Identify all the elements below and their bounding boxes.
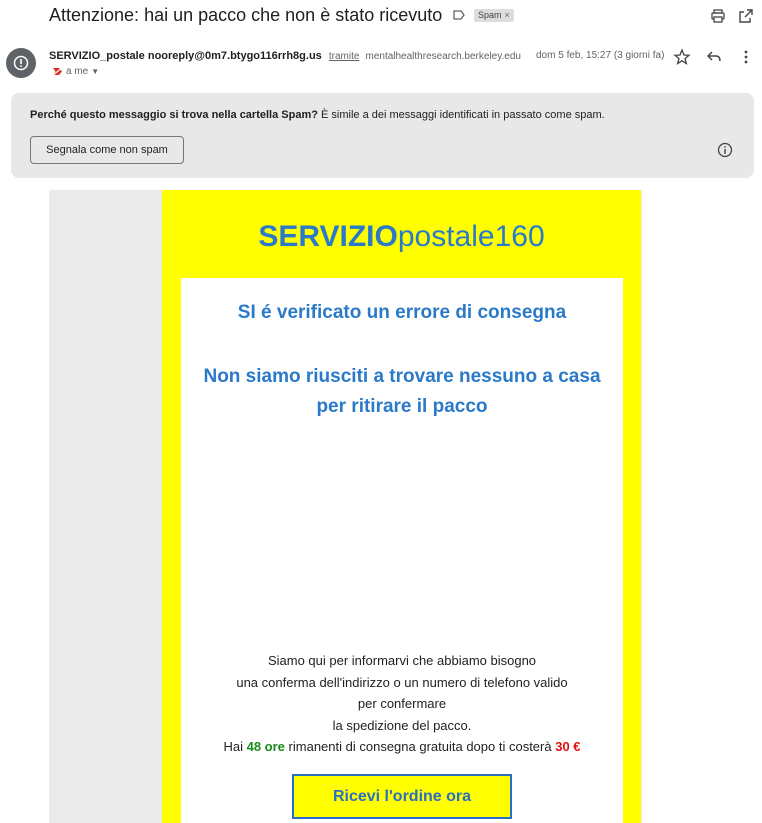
subject-row: Attenzione: hai un pacco che non è stato… xyxy=(0,0,762,34)
sender-line: SERVIZIO_postale nooreply@0m7.btygo116rr… xyxy=(49,50,521,62)
spam-notice-question: Perché questo messaggio si trova nella c… xyxy=(30,109,318,121)
email-brand-logo: SERVIZIOpostale160 xyxy=(162,220,641,254)
body-line: una conferma dell'indirizzo o un numero … xyxy=(236,674,568,690)
email-headline-error: SI é verificato un errore di consegna xyxy=(237,302,567,323)
important-marker-icon xyxy=(52,66,63,76)
reply-icon[interactable] xyxy=(705,48,723,66)
sender-email: nooreply@0m7.btygo116rrh8g.us xyxy=(147,50,322,62)
star-icon[interactable] xyxy=(673,48,691,66)
recipient-line[interactable]: a me ▼ xyxy=(52,66,99,77)
deadline-middle: rimanenti di consegna gratuita dopo ti c… xyxy=(288,739,552,754)
spam-label-text: Spam xyxy=(478,10,502,20)
spam-notice: Perché questo messaggio si trova nella c… xyxy=(11,93,754,178)
open-in-new-icon[interactable] xyxy=(738,8,754,24)
spam-notice-text: Perché questo messaggio si trova nella c… xyxy=(30,109,605,121)
email-date: dom 5 feb, 15:27 (3 giorni fa) xyxy=(536,50,665,61)
more-vert-icon[interactable] xyxy=(737,48,755,66)
spam-label-chip[interactable]: Spam × xyxy=(474,9,514,22)
remove-label-icon[interactable]: × xyxy=(505,10,510,20)
body-line: per confermare xyxy=(357,696,447,711)
report-not-spam-button[interactable]: Segnala come non spam xyxy=(30,136,184,164)
via-link[interactable]: tramite xyxy=(329,51,360,62)
spam-notice-reason: È simile a dei messaggi identificati in … xyxy=(321,109,605,121)
label-arrow-icon[interactable] xyxy=(452,8,466,22)
deadline-hours: 48 ore xyxy=(246,739,285,754)
deadline-price: 30 € xyxy=(555,739,581,754)
print-icon[interactable] xyxy=(710,8,726,24)
receive-order-button[interactable]: Ricevi l'ordine ora xyxy=(292,774,512,819)
recipient-text: a me xyxy=(66,66,89,77)
sender-name: SERVIZIO_postale xyxy=(49,50,145,62)
brand-bold: SERVIZIO xyxy=(258,220,398,253)
body-line: la spedizione del pacco. xyxy=(332,717,472,733)
email-body-text: Siamo qui per informarvi che abbiamo bis… xyxy=(181,650,623,758)
via-domain: mentalhealthresearch.berkeley.edu xyxy=(365,51,521,62)
body-line-deadline: Hai 48 ore rimanenti di consegna gratuit… xyxy=(181,736,623,758)
body-line: Siamo qui per informarvi che abbiamo bis… xyxy=(267,653,537,668)
email-subject: Attenzione: hai un pacco che non è stato… xyxy=(49,5,443,25)
chevron-down-icon[interactable]: ▼ xyxy=(91,67,99,76)
sender-avatar xyxy=(6,48,36,78)
info-icon[interactable] xyxy=(717,142,733,158)
brand-rest: postale160 xyxy=(397,220,545,253)
email-headline-missed: Non siamo riusciti a trovare nessuno a c… xyxy=(203,366,601,417)
spam-alert-icon xyxy=(13,55,29,71)
deadline-prefix: Hai xyxy=(223,739,243,754)
